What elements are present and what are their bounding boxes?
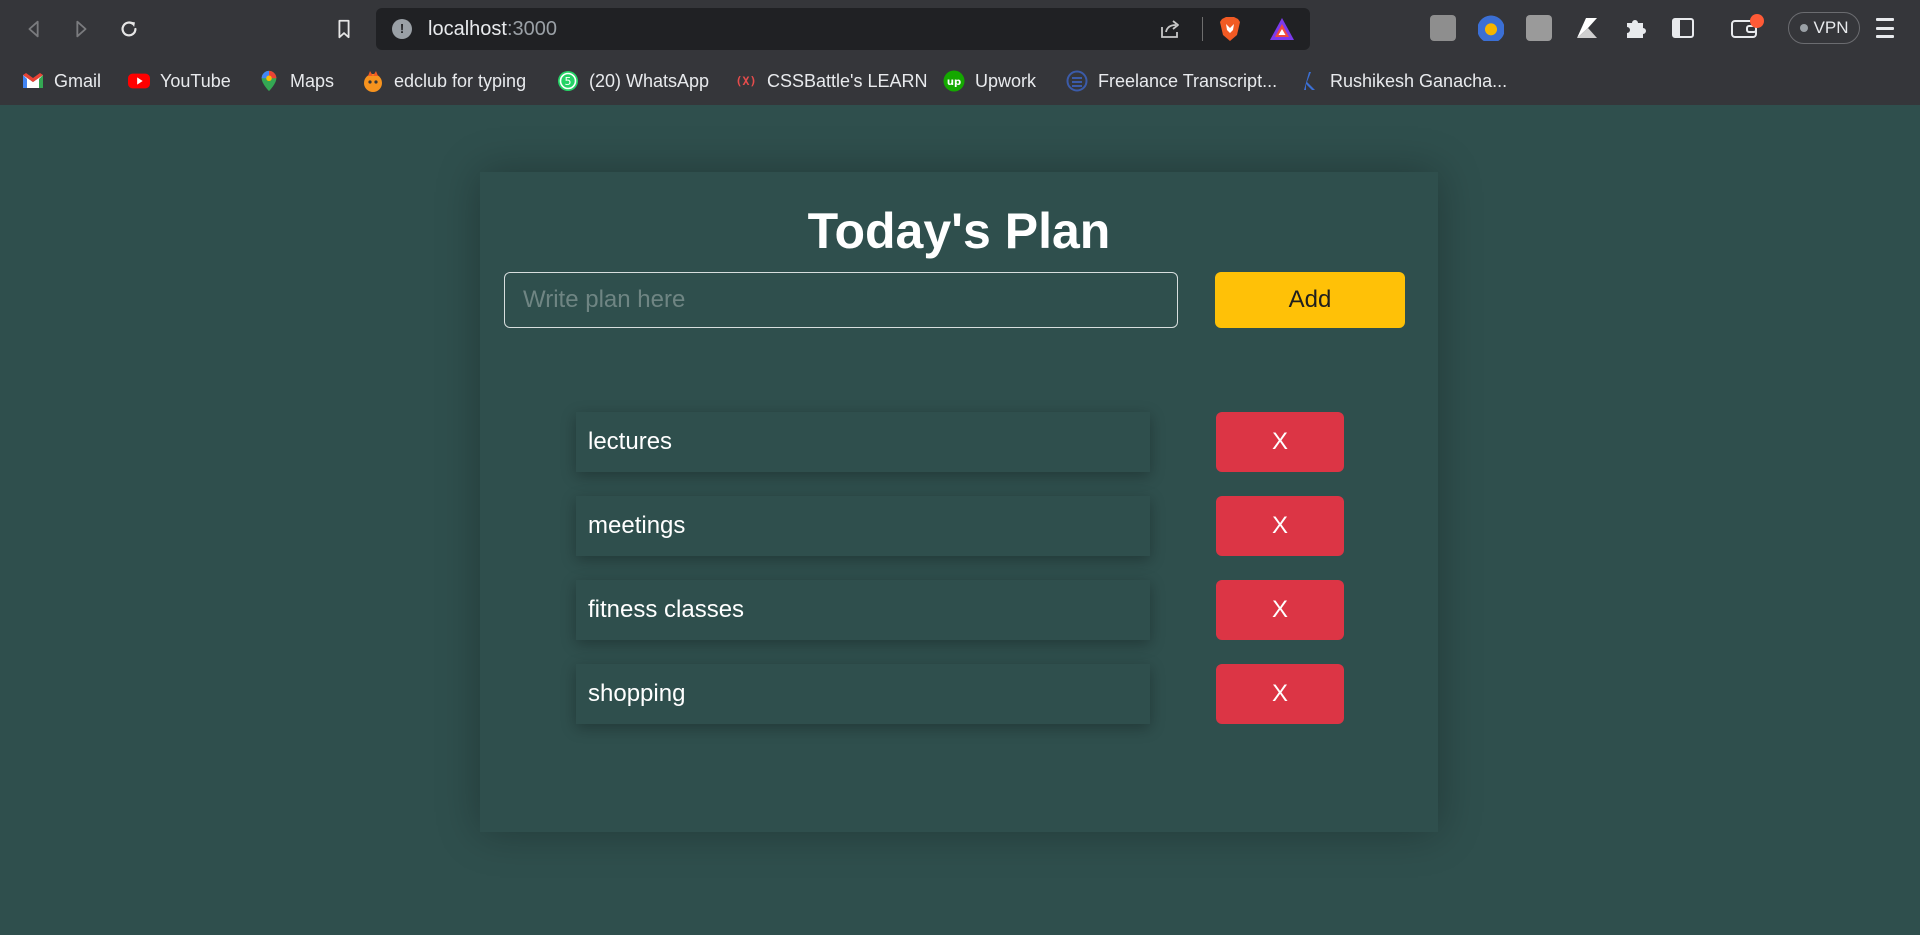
- plan-item-text: fitness classes: [576, 580, 1150, 640]
- bookmark-label: edclub for typing: [394, 70, 527, 91]
- bookmark-freelance-transcript[interactable]: Freelance Transcript...: [1066, 64, 1277, 98]
- svg-text:(X): (X): [735, 74, 756, 88]
- plan-item-text: meetings: [576, 496, 1150, 556]
- brave-shield-icon[interactable]: [1218, 16, 1242, 42]
- back-icon: [28, 20, 39, 38]
- extension-flag-icon[interactable]: [1574, 15, 1600, 41]
- upwork-icon: up: [943, 70, 965, 92]
- whatsapp-icon: 5: [558, 71, 578, 91]
- reload-button[interactable]: [114, 14, 144, 44]
- transcript-icon: [1066, 70, 1088, 92]
- list-item: meetings X: [480, 496, 1438, 556]
- edclub-icon: [364, 71, 382, 92]
- list-item: shopping X: [480, 664, 1438, 724]
- wallet-button[interactable]: [1730, 14, 1764, 42]
- browser-menu-icon[interactable]: [1876, 16, 1894, 40]
- share-icon[interactable]: [1158, 18, 1182, 40]
- extension-edit-icon[interactable]: [1526, 15, 1552, 41]
- bookmark-upwork[interactable]: up Upwork: [943, 64, 1036, 98]
- brave-rewards-icon[interactable]: [1268, 16, 1296, 42]
- maps-icon: [261, 70, 277, 92]
- bookmark-maps[interactable]: Maps: [258, 64, 334, 98]
- extension-hand-icon[interactable]: [1430, 15, 1456, 41]
- vpn-label: VPN: [1813, 18, 1849, 37]
- bookmark-edclub[interactable]: edclub for typing: [362, 64, 526, 98]
- bookmark-label: Maps: [290, 70, 335, 91]
- add-button[interactable]: Add: [1215, 272, 1405, 328]
- extensions-puzzle-icon[interactable]: [1622, 15, 1648, 41]
- wallet-notification-dot: [1750, 14, 1764, 28]
- bookmark-label: YouTube: [160, 70, 231, 91]
- bookmark-label: Rushikesh Ganacha...: [1330, 70, 1508, 91]
- browser-toolbar: ! localhost:3000 VPN: [0, 0, 1920, 58]
- bookmark-label: CSSBattle's LEARN: [767, 70, 928, 91]
- delete-button[interactable]: X: [1216, 580, 1344, 640]
- list-item: lectures X: [480, 412, 1438, 472]
- sidebar-toggle-icon[interactable]: [1670, 15, 1696, 41]
- browser-chrome: ! localhost:3000 VPN Gmail YouTube Maps …: [0, 0, 1920, 105]
- bookmark-label: Upwork: [975, 70, 1037, 91]
- plan-item-text: shopping: [576, 664, 1150, 724]
- bookmark-gmail[interactable]: Gmail: [22, 64, 101, 98]
- bookmark-youtube[interactable]: YouTube: [128, 64, 231, 98]
- site-info-icon[interactable]: !: [392, 19, 412, 39]
- url-port: :3000: [506, 18, 557, 40]
- vpn-button[interactable]: VPN: [1788, 12, 1860, 44]
- plan-item-text: lectures: [576, 412, 1150, 472]
- cssbattle-icon: (X): [735, 74, 756, 88]
- page-title: Today's Plan: [807, 203, 1111, 259]
- bookmark-label: Freelance Transcript...: [1098, 70, 1278, 91]
- delete-button[interactable]: X: [1216, 496, 1344, 556]
- address-url[interactable]: localhost:3000: [428, 18, 557, 41]
- bookmarks-bar: Gmail YouTube Maps edclub for typing 5 (…: [0, 58, 1920, 105]
- forward-button[interactable]: [66, 14, 96, 44]
- address-bar[interactable]: ! localhost:3000: [376, 8, 1310, 50]
- plan-card: Today's Plan Add lectures X meetings X f…: [480, 172, 1438, 832]
- bookmark-cssbattle[interactable]: (X) CSSBattle's LEARN: [735, 64, 928, 98]
- list-item: fitness classes X: [480, 580, 1438, 640]
- svg-text:5: 5: [565, 75, 572, 88]
- delete-button[interactable]: X: [1216, 412, 1344, 472]
- bookmark-label: (20) WhatsApp: [589, 70, 710, 91]
- reload-icon: [121, 21, 137, 37]
- extension-bird-icon[interactable]: [1478, 15, 1504, 41]
- forward-icon: [76, 20, 87, 38]
- bookmark-icon: [338, 19, 350, 39]
- bookmark-label: Gmail: [54, 70, 102, 91]
- bookmark-button[interactable]: [329, 14, 359, 44]
- plan-input[interactable]: [504, 272, 1178, 328]
- url-host: localhost: [428, 18, 507, 40]
- vpn-status-dot: [1799, 24, 1808, 32]
- gmail-icon: [23, 73, 43, 88]
- address-separator: [1202, 17, 1203, 41]
- svg-text:up: up: [947, 77, 961, 88]
- youtube-icon: [128, 73, 150, 89]
- back-button[interactable]: [19, 14, 49, 44]
- bookmark-whatsapp[interactable]: 5 (20) WhatsApp: [557, 64, 709, 98]
- profile-icon: [1304, 72, 1315, 90]
- bookmark-rushikesh[interactable]: Rushikesh Ganacha...: [1298, 64, 1507, 98]
- delete-button[interactable]: X: [1216, 664, 1344, 724]
